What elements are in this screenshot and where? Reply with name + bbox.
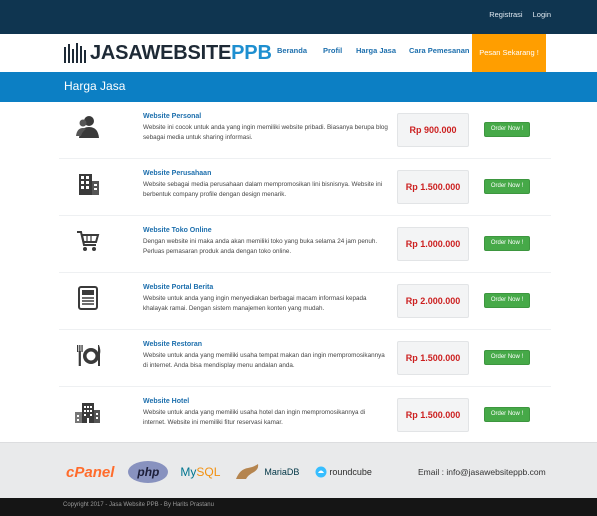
service-price: Rp 1.000.000	[397, 227, 469, 261]
order-now-button[interactable]: Order Now !	[484, 407, 530, 422]
service-row: Website Hotel Website untuk anda yang me…	[59, 387, 551, 444]
mariadb-logo-text: MariaDB	[264, 467, 300, 477]
main-navbar: JASAWEBSITE PPB Beranda Profil Harga Jas…	[0, 34, 597, 72]
page-banner: Harga Jasa	[0, 72, 597, 102]
service-title[interactable]: Website Restoran	[143, 341, 202, 348]
service-description: Website ini cocok untuk anda yang ingin …	[143, 124, 388, 141]
nav-profil[interactable]: Profil	[323, 46, 342, 55]
service-description: Website untuk anda yang memiliki usaha h…	[143, 409, 366, 426]
order-now-button[interactable]: Order Now !	[484, 122, 530, 137]
pricing-list: Website Personal Website ini cocok untuk…	[0, 102, 597, 444]
service-description: Website sebagai media perusahaan dalam m…	[143, 181, 383, 198]
mysql-logo-text-a: My	[180, 465, 197, 479]
service-row: Website Portal Berita Website untuk anda…	[59, 273, 551, 330]
roundcube-logo-text: roundcube	[329, 467, 372, 477]
page-title: Harga Jasa	[64, 79, 126, 93]
service-row: Website Restoran Website untuk anda yang…	[59, 330, 551, 387]
top-bar: Registrasi Login	[0, 0, 597, 34]
account-links: Registrasi Login	[481, 10, 551, 19]
contact-email[interactable]: Email : info@jasawebsiteppb.com	[418, 467, 546, 477]
order-now-button[interactable]: Order Now !	[484, 179, 530, 194]
order-now-button[interactable]: Order Now !	[484, 293, 530, 308]
hotel-icon	[75, 403, 100, 423]
technology-logos: cPanel php MySQL MariaDB roundcube	[66, 459, 372, 485]
service-description: Website untuk anda yang ingin menyediaka…	[143, 295, 367, 312]
copyright-text: Copyright 2017 - Jasa Website PPB - By H…	[63, 502, 214, 508]
footer: cPanel php MySQL MariaDB roundcube Email…	[0, 442, 597, 498]
service-row: Website Perusahaan Website sebagai media…	[59, 159, 551, 216]
cpanel-logo: cPanel	[66, 463, 115, 481]
service-title[interactable]: Website Hotel	[143, 398, 189, 405]
logo-text-main: JASAWEBSITE	[90, 41, 232, 64]
service-row: Website Toko Online Dengan website ini m…	[59, 216, 551, 273]
service-price: Rp 1.500.000	[397, 341, 469, 375]
register-link[interactable]: Registrasi	[489, 10, 522, 19]
cart-icon	[77, 231, 100, 251]
service-title[interactable]: Website Toko Online	[143, 227, 212, 234]
php-logo: php	[128, 461, 169, 483]
service-title[interactable]: Website Personal	[143, 113, 201, 120]
service-price: Rp 1.500.000	[397, 398, 469, 432]
restaurant-icon	[77, 345, 101, 366]
mariadb-logo: MariaDB	[234, 463, 299, 481]
order-now-button[interactable]: Order Now !	[484, 236, 530, 251]
mysql-logo-text-b: SQL	[196, 465, 221, 479]
roundcube-logo: roundcube	[315, 466, 372, 478]
logo-bars-icon	[64, 43, 86, 63]
roundcube-icon	[315, 466, 327, 478]
order-now-nav-button[interactable]: Pesan Sekarang !	[472, 34, 546, 72]
mysql-logo: MySQL	[180, 465, 220, 479]
order-now-button[interactable]: Order Now !	[484, 350, 530, 365]
newspaper-icon	[78, 286, 98, 310]
site-logo[interactable]: JASAWEBSITE PPB	[63, 42, 272, 64]
service-title[interactable]: Website Perusahaan	[143, 170, 211, 177]
nav-cara-pemesanan[interactable]: Cara Pemesanan	[409, 46, 469, 55]
copyright-bar: Copyright 2017 - Jasa Website PPB - By H…	[0, 498, 597, 516]
logo-text-accent: PPB	[231, 41, 272, 64]
building-icon	[79, 174, 99, 195]
login-link[interactable]: Login	[533, 10, 551, 19]
nav-harga-jasa[interactable]: Harga Jasa	[356, 46, 396, 55]
service-price: Rp 900.000	[397, 113, 469, 147]
service-description: Dengan website ini maka anda akan memili…	[143, 238, 378, 255]
service-title[interactable]: Website Portal Berita	[143, 284, 213, 291]
nav-beranda[interactable]: Beranda	[277, 46, 307, 55]
seal-icon	[236, 464, 259, 479]
service-row: Website Personal Website ini cocok untuk…	[59, 102, 551, 159]
user-icon	[76, 116, 99, 138]
service-price: Rp 1.500.000	[397, 170, 469, 204]
service-description: Website untuk anda yang memiliki usaha t…	[143, 352, 385, 369]
service-price: Rp 2.000.000	[397, 284, 469, 318]
